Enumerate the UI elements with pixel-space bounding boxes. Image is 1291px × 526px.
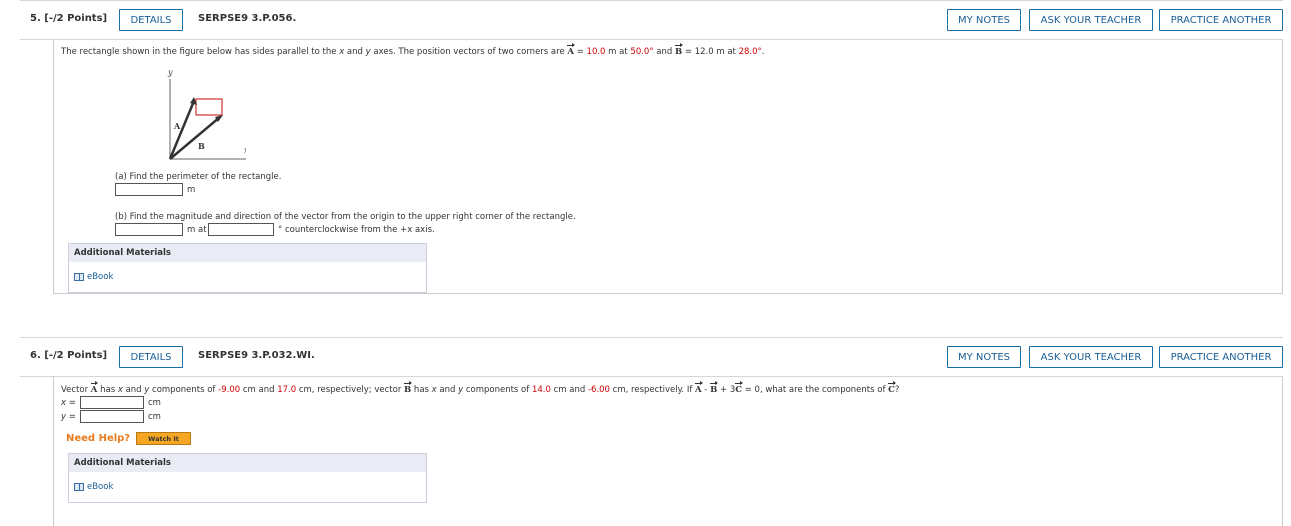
vector-a-symbol: A bbox=[567, 43, 575, 57]
question-5-body: The rectangle shown in the figure below … bbox=[53, 39, 1283, 294]
direction-unit: ° counterclockwise from the +x axis. bbox=[278, 225, 435, 235]
perimeter-input[interactable] bbox=[115, 183, 183, 196]
rectangle-vector-figure: y x A B bbox=[167, 68, 246, 160]
vector-b-symbol: B bbox=[675, 43, 684, 57]
ask-teacher-button[interactable]: ASK YOUR TEACHER bbox=[1029, 9, 1153, 31]
ask-teacher-button[interactable]: ASK YOUR TEACHER bbox=[1029, 346, 1153, 368]
figure-b-label: B bbox=[198, 141, 205, 151]
part-b-prompt: (b) Find the magnitude and direction of … bbox=[115, 212, 576, 222]
magnitude-input[interactable] bbox=[115, 223, 183, 236]
question-6-header: 6. [-/2 Points] DETAILS SERPSE9 3.P.032.… bbox=[20, 337, 1283, 377]
practice-another-button[interactable]: PRACTICE ANOTHER bbox=[1159, 9, 1283, 31]
figure-x-label: x bbox=[244, 146, 246, 155]
question-code: SERPSE9 3.P.056. bbox=[198, 13, 297, 24]
my-notes-button[interactable]: MY NOTES bbox=[947, 9, 1021, 31]
question-6-body: Vector A has x and y components of -9.00… bbox=[53, 376, 1283, 526]
rectangle-shape bbox=[195, 98, 223, 116]
y-component-input[interactable] bbox=[80, 410, 144, 423]
book-icon bbox=[74, 273, 84, 281]
y-unit: cm bbox=[148, 412, 161, 422]
question-code: SERPSE9 3.P.032.WI. bbox=[198, 350, 315, 361]
details-button[interactable]: DETAILS bbox=[119, 346, 183, 368]
problem-statement: The rectangle shown in the figure below … bbox=[61, 43, 765, 57]
book-icon bbox=[74, 483, 84, 491]
question-5-header: 5. [-/2 Points] DETAILS SERPSE9 3.P.056.… bbox=[20, 0, 1283, 40]
perimeter-unit: m bbox=[187, 185, 196, 195]
ebook-link[interactable]: eBook bbox=[74, 272, 113, 282]
magnitude-unit: m at bbox=[187, 225, 207, 235]
practice-another-button[interactable]: PRACTICE ANOTHER bbox=[1159, 346, 1283, 368]
figure-a-label: A bbox=[173, 121, 181, 131]
part-a-prompt: (a) Find the perimeter of the rectangle. bbox=[115, 172, 282, 182]
details-button[interactable]: DETAILS bbox=[119, 9, 183, 31]
additional-materials-panel: Additional Materials eBook bbox=[68, 243, 427, 293]
question-5-points: 5. [-/2 Points] bbox=[30, 13, 108, 24]
need-help-label: Need Help? bbox=[66, 433, 131, 444]
question-6-points: 6. [-/2 Points] bbox=[30, 350, 108, 361]
additional-materials-panel: Additional Materials eBook bbox=[68, 453, 427, 503]
problem-statement: Vector A has x and y components of -9.00… bbox=[61, 381, 900, 395]
ebook-link[interactable]: eBook bbox=[74, 482, 113, 492]
figure-y-label: y bbox=[167, 68, 173, 77]
x-component-input[interactable] bbox=[80, 396, 144, 409]
direction-input[interactable] bbox=[208, 223, 274, 236]
my-notes-button[interactable]: MY NOTES bbox=[947, 346, 1021, 368]
x-label: x = bbox=[61, 398, 76, 408]
x-unit: cm bbox=[148, 398, 161, 408]
additional-materials-heading: Additional Materials bbox=[69, 244, 426, 262]
watch-it-button[interactable]: Watch It bbox=[136, 432, 191, 445]
additional-materials-heading: Additional Materials bbox=[69, 454, 426, 472]
y-label: y = bbox=[61, 412, 76, 422]
